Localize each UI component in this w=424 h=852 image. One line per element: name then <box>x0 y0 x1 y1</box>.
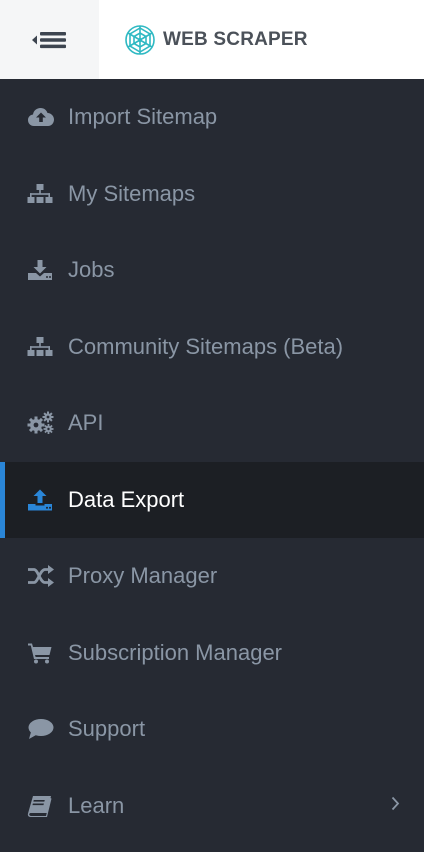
brand[interactable]: WEB SCRAPER <box>99 0 424 79</box>
sidebar-toggle-button[interactable] <box>0 0 99 79</box>
brand-name: WEB SCRAPER <box>163 28 308 50</box>
cogs-icon <box>27 411 55 435</box>
sidebar-item-data-export[interactable]: Data Export <box>0 461 424 538</box>
sidebar-item-my-sitemaps[interactable]: My Sitemaps <box>0 156 424 233</box>
sidebar-item-label: Import Sitemap <box>68 104 218 130</box>
sidebar-item-label: Community Sitemaps (Beta) <box>68 333 344 359</box>
comment-icon <box>27 717 55 741</box>
sidebar-item-label: My Sitemaps <box>68 180 196 206</box>
sidebar-item-api[interactable]: API <box>0 385 424 462</box>
sidebar-item-import-sitemap[interactable]: Import Sitemap <box>0 79 424 156</box>
sidebar-item-label: Proxy Manager <box>68 563 218 589</box>
sidebar-item-label: API <box>68 410 104 436</box>
download-tray-icon <box>27 258 55 282</box>
sitemap-icon <box>27 182 55 206</box>
sidebar-nav: Import Sitemap My Sitemaps Jobs Communit… <box>0 79 424 852</box>
sidebar-item-learn[interactable]: Learn <box>0 768 424 845</box>
upload-tray-icon <box>27 488 55 512</box>
chevron-right-icon <box>390 795 400 816</box>
top-header: WEB SCRAPER <box>0 0 424 79</box>
sitemap-icon <box>27 335 55 359</box>
sidebar-item-label: Learn <box>68 792 125 818</box>
sidebar-item-community-sitemaps[interactable]: Community Sitemaps (Beta) <box>0 309 424 386</box>
sidebar-item-support[interactable]: Support <box>0 691 424 768</box>
sidebar-item-label: Jobs <box>68 257 115 283</box>
sidebar-item-label: Data Export <box>68 486 185 512</box>
cart-icon <box>27 641 55 665</box>
cloud-upload-icon <box>27 105 55 129</box>
sidebar-item-subscription-manager[interactable]: Subscription Manager <box>0 615 424 692</box>
sidebar-item-label: Subscription Manager <box>68 639 283 665</box>
sidebar-item-jobs[interactable]: Jobs <box>0 232 424 309</box>
sidebar-collapse-icon <box>31 31 66 48</box>
spider-web-icon <box>125 24 155 55</box>
book-icon <box>27 794 55 818</box>
sidebar-item-label: Support <box>68 716 146 742</box>
random-icon <box>27 564 55 588</box>
sidebar-item-proxy-manager[interactable]: Proxy Manager <box>0 538 424 615</box>
